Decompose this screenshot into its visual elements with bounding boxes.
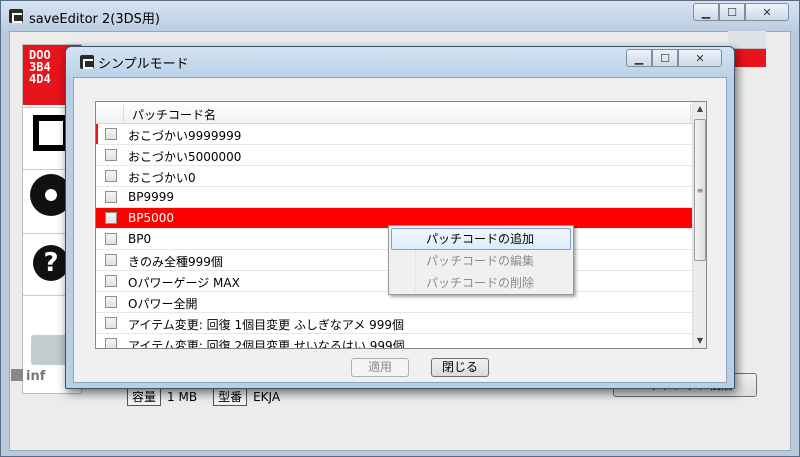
- dialog-title: シンプルモード: [98, 57, 189, 72]
- row-checkbox[interactable]: [105, 128, 117, 140]
- column-header-patch-name[interactable]: パッチコード名: [132, 106, 216, 123]
- capacity-value: 1 MB: [167, 389, 198, 404]
- dialog-maximize-button[interactable]: ☐: [652, 49, 678, 67]
- row-label: きのみ全種999個: [128, 255, 223, 269]
- simple-mode-dialog: シンプルモード ▁ ☐ ✕ パッチコード名 おこづかい9999999 おこづかい5…: [65, 46, 735, 389]
- main-close-button[interactable]: ✕: [745, 3, 789, 21]
- row-checkbox[interactable]: [105, 149, 117, 161]
- dialog-minimize-button[interactable]: ▁: [626, 49, 652, 67]
- list-item[interactable]: おこづかい5000000: [96, 145, 692, 166]
- list-item[interactable]: アイテム変更: 回復 1個目変更 ふしぎなアメ 999個: [96, 313, 692, 334]
- close-icon: ✕: [695, 51, 705, 65]
- row-label: BP5000: [128, 211, 175, 225]
- minimize-icon: ▁: [701, 5, 711, 19]
- row-label: BP9999: [128, 190, 175, 204]
- app-icon: [9, 9, 23, 23]
- context-menu-item[interactable]: パッチコードの追加: [391, 228, 571, 250]
- main-window-title: saveEditor 2(3DS用): [29, 12, 160, 27]
- list-item[interactable]: BP9999: [96, 187, 692, 208]
- row-checkbox[interactable]: [105, 296, 117, 308]
- scroll-down-icon[interactable]: ▼: [693, 334, 706, 348]
- header-divider: [123, 104, 124, 122]
- list-item[interactable]: おこづかい9999999: [96, 124, 692, 145]
- row-checkbox[interactable]: [105, 170, 117, 182]
- info-label: inf: [11, 369, 45, 384]
- row-checkbox[interactable]: [105, 317, 117, 329]
- device-icon[interactable]: [33, 115, 69, 151]
- main-window-controls: ▁ ☐ ✕: [693, 3, 789, 21]
- vertical-scrollbar[interactable]: ▲ ≡ ▼: [692, 102, 706, 348]
- context-menu-item[interactable]: パッチコードの削除: [391, 272, 571, 294]
- scroll-up-icon[interactable]: ▲: [693, 102, 706, 116]
- model-key: 型番: [213, 387, 248, 406]
- scroll-thumb[interactable]: ≡: [694, 119, 706, 261]
- row-label: おこづかい5000000: [128, 150, 242, 164]
- row-checkbox[interactable]: [105, 254, 117, 266]
- row-label: BP0: [128, 232, 152, 246]
- dialog-titlebar[interactable]: シンプルモード ▁ ☐ ✕: [66, 47, 734, 77]
- maximize-icon: ☐: [727, 5, 737, 19]
- row-checkbox[interactable]: [105, 191, 117, 203]
- dialog-window-controls: ▁ ☐ ✕: [626, 49, 722, 67]
- main-titlebar[interactable]: saveEditor 2(3DS用) ▁ ☐ ✕: [1, 1, 799, 31]
- row-checkbox[interactable]: [105, 233, 117, 245]
- row-label: おこづかい9999999: [128, 129, 242, 143]
- main-minimize-button[interactable]: ▁: [693, 3, 719, 21]
- row-label: Oパワー全開: [128, 297, 198, 311]
- help-icon[interactable]: ?: [33, 245, 69, 281]
- row-checkbox[interactable]: [105, 212, 117, 224]
- capacity-key: 容量: [127, 387, 162, 406]
- context-menu-item[interactable]: パッチコードの編集: [391, 250, 571, 272]
- row-checkbox[interactable]: [105, 338, 117, 348]
- list-item[interactable]: Oパワー全開: [96, 292, 692, 313]
- row-label: アイテム変更: 回復 1個目変更 ふしぎなアメ 999個: [128, 318, 405, 332]
- row-label: おこづかい0: [128, 171, 196, 185]
- maximize-icon: ☐: [660, 51, 670, 65]
- list-item[interactable]: アイテム変更: 回復 2個目変更 せいなるはい 999個: [96, 334, 692, 349]
- list-header: パッチコード名: [96, 102, 692, 124]
- header-divider: [690, 104, 691, 122]
- apply-button[interactable]: 適用: [351, 358, 409, 377]
- main-right-header: [728, 31, 766, 49]
- context-menu: パッチコードの追加 パッチコードの編集 パッチコードの削除: [388, 225, 574, 295]
- list-item[interactable]: おこづかい0: [96, 166, 692, 187]
- dialog-close-button[interactable]: ✕: [678, 49, 722, 67]
- gear-icon[interactable]: [33, 177, 69, 213]
- main-maximize-button[interactable]: ☐: [719, 3, 745, 21]
- row-checkbox[interactable]: [105, 275, 117, 287]
- model-value: EKJA: [253, 389, 281, 404]
- row-label: アイテム変更: 回復 2個目変更 せいなるはい 999個: [128, 339, 405, 349]
- status-row: 容量 1 MB 型番 EKJA: [127, 387, 290, 406]
- close-button[interactable]: 閉じる: [431, 358, 489, 377]
- close-icon: ✕: [762, 5, 772, 19]
- minimize-icon: ▁: [634, 51, 644, 65]
- row-label: Oパワーゲージ MAX: [128, 276, 240, 290]
- app-icon: [80, 55, 94, 69]
